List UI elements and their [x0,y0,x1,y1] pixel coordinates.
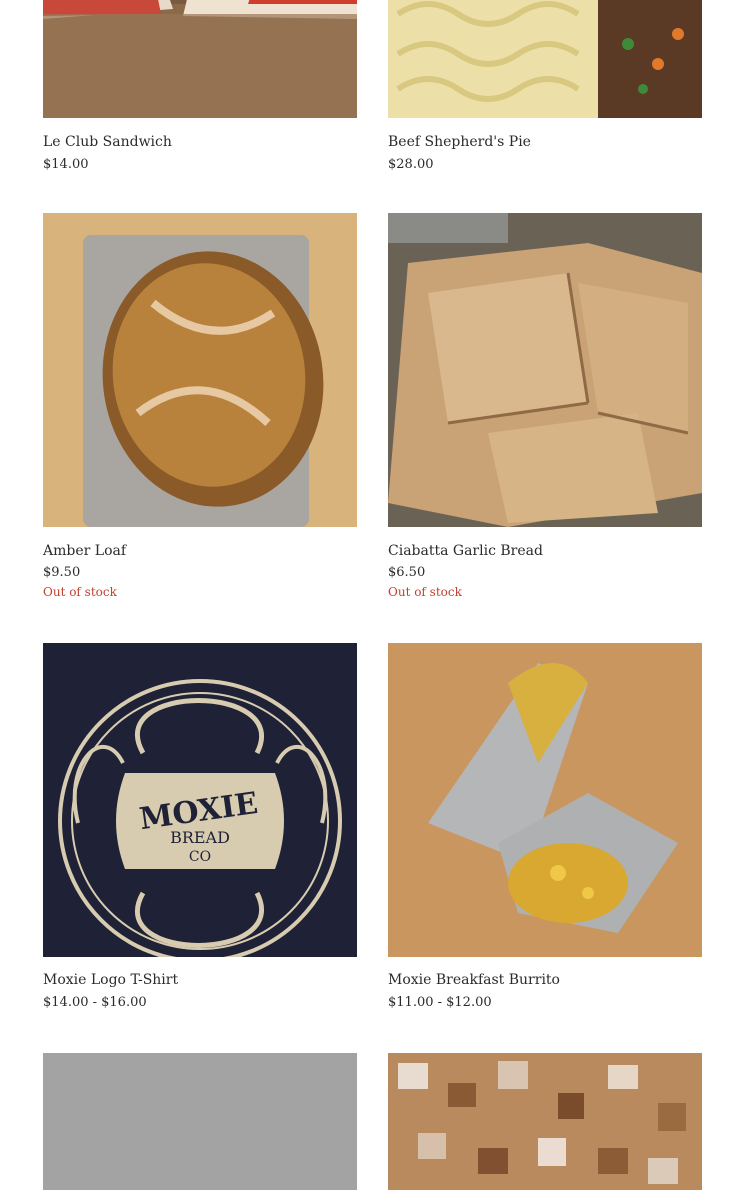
product-price: $14.00 - $16.00 [43,995,147,1010]
product-card-croutons[interactable] [388,1053,702,1190]
product-title[interactable]: Moxie Breakfast Burrito [388,971,560,989]
product-price: $28.00 [388,157,434,172]
product-price: $9.50 [43,565,81,580]
product-card-breakfast-burrito[interactable]: Moxie Breakfast Burrito $11.00 - $12.00 [388,643,702,1010]
tshirt-logo-text: CO [189,849,211,865]
logo-tshirt-image[interactable]: MOXIE BREAD CO [43,643,357,957]
product-title[interactable]: Moxie Logo T-Shirt [43,971,178,989]
shepherds-pie-image[interactable] [388,0,702,118]
product-price: $14.00 [43,157,89,172]
tshirt-logo-text: BREAD [170,828,230,847]
amber-loaf-image[interactable] [43,213,357,527]
product-card-amber-loaf[interactable]: Amber Loaf $9.50 Out of stock [43,213,357,599]
product-card-shepherds-pie[interactable]: Beef Shepherd's Pie $28.00 [388,0,702,172]
product-title[interactable]: Beef Shepherd's Pie [388,133,531,151]
product-title[interactable]: Le Club Sandwich [43,133,172,151]
club-sandwich-image[interactable] [43,0,357,118]
product-price: $6.50 [388,565,426,580]
out-of-stock-label: Out of stock [43,585,117,599]
croutons-image[interactable] [388,1053,702,1190]
product-title[interactable]: Ciabatta Garlic Bread [388,542,543,560]
garlic-bread-image[interactable] [388,213,702,527]
product-card-placeholder[interactable] [43,1053,357,1190]
out-of-stock-label: Out of stock [388,585,462,599]
breakfast-burrito-image[interactable] [388,643,702,957]
product-price: $11.00 - $12.00 [388,995,492,1010]
placeholder-image[interactable] [43,1053,357,1190]
product-card-logo-tshirt[interactable]: MOXIE BREAD CO Moxie Logo T-Shirt $14.00… [43,643,357,1010]
product-card-club-sandwich[interactable]: Le Club Sandwich $14.00 [43,0,357,172]
product-title[interactable]: Amber Loaf [43,542,126,560]
product-card-garlic-bread[interactable]: Ciabatta Garlic Bread $6.50 Out of stock [388,213,702,599]
